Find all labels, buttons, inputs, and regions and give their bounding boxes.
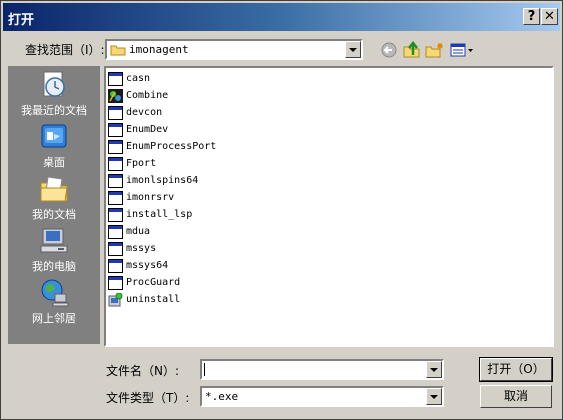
close-button[interactable]: ✕ — [541, 8, 558, 25]
open-file-dialog: 打开 ? ✕ 查找范围（I）: imonagent 我最近的文档 桌面 我的文档… — [0, 0, 563, 420]
filename-input[interactable] — [200, 359, 444, 380]
text-cursor — [204, 363, 205, 376]
application-icon — [108, 276, 123, 290]
place-network-places[interactable]: 网上邻居 — [8, 276, 100, 328]
up-folder-icon[interactable] — [402, 41, 422, 59]
file-name: Combine — [126, 90, 169, 101]
file-name: imonlspins64 — [126, 175, 199, 186]
file-name: mssys — [126, 243, 157, 254]
cancel-button[interactable]: 取消 — [480, 385, 552, 408]
filetype-value: *.exe — [205, 390, 239, 403]
view-menu-icon[interactable] — [449, 41, 475, 59]
open-button[interactable]: 打开（O） — [479, 357, 553, 382]
place-label: 我的电脑 — [32, 260, 76, 273]
filename-dropdown-button[interactable] — [426, 361, 442, 378]
recent-documents-icon — [43, 71, 65, 97]
chevron-down-icon — [430, 367, 438, 372]
place-recent-documents[interactable]: 我最近的文档 — [8, 68, 100, 120]
my-documents-icon — [40, 176, 68, 202]
file-name: mdua — [126, 226, 151, 237]
application-icon — [108, 72, 123, 86]
file-name: Fport — [126, 158, 157, 169]
application-icon — [108, 174, 123, 188]
file-name: casn — [126, 73, 151, 84]
place-my-computer[interactable]: 我的电脑 — [8, 224, 100, 276]
file-name: uninstall — [126, 294, 181, 305]
combine-app-icon — [108, 89, 123, 103]
place-desktop[interactable]: 桌面 — [8, 120, 100, 172]
chevron-down-icon — [430, 394, 438, 399]
filetype-label: 文件类型（T）: — [106, 391, 190, 405]
application-icon — [108, 123, 123, 137]
filetype-select[interactable]: *.exe — [200, 386, 444, 407]
application-icon — [108, 140, 123, 154]
file-name: EnumProcessPort — [126, 141, 217, 152]
look-in-combo[interactable]: imonagent — [105, 39, 363, 60]
application-icon — [108, 157, 123, 171]
uninstall-icon — [108, 293, 123, 307]
application-icon — [108, 208, 123, 222]
look-in-dropdown-button[interactable] — [345, 41, 361, 58]
file-name: devcon — [126, 107, 163, 118]
place-label: 网上邻居 — [32, 312, 76, 325]
help-button[interactable]: ? — [523, 8, 540, 25]
application-icon — [108, 191, 123, 205]
new-folder-icon[interactable] — [425, 41, 445, 59]
place-my-documents[interactable]: 我的文档 — [8, 172, 100, 224]
file-list[interactable]: casn Combine devcon EnumDev EnumProcessP… — [104, 66, 554, 347]
my-computer-icon — [40, 228, 68, 253]
file-name: mssys64 — [126, 260, 169, 271]
network-places-icon — [41, 279, 69, 307]
place-label: 我最近的文档 — [21, 104, 87, 117]
place-label: 我的文档 — [32, 208, 76, 221]
chevron-down-icon — [349, 47, 357, 52]
places-bar: 我最近的文档 桌面 我的文档 我的电脑 网上邻居 — [8, 66, 100, 344]
application-icon — [108, 259, 123, 273]
file-name: ProcGuard — [126, 277, 181, 288]
file-name: imonrsrv — [126, 192, 175, 203]
filename-label: 文件名（N）: — [106, 364, 180, 378]
application-icon — [108, 242, 123, 256]
place-label: 桌面 — [43, 156, 65, 169]
back-arrow-icon[interactable] — [379, 41, 399, 59]
desktop-icon — [41, 124, 67, 148]
dialog-title: 打开 — [8, 13, 35, 28]
application-icon — [108, 106, 123, 120]
look-in-label: 查找范围（I）: — [25, 43, 105, 57]
application-icon — [108, 225, 123, 239]
look-in-value: imonagent — [129, 43, 189, 56]
title-bar[interactable]: 打开 ? ✕ — [3, 3, 560, 31]
file-name: EnumDev — [126, 124, 169, 135]
filetype-dropdown-button[interactable] — [426, 388, 442, 405]
file-name: install_lsp — [126, 209, 193, 220]
folder-icon — [110, 45, 126, 56]
